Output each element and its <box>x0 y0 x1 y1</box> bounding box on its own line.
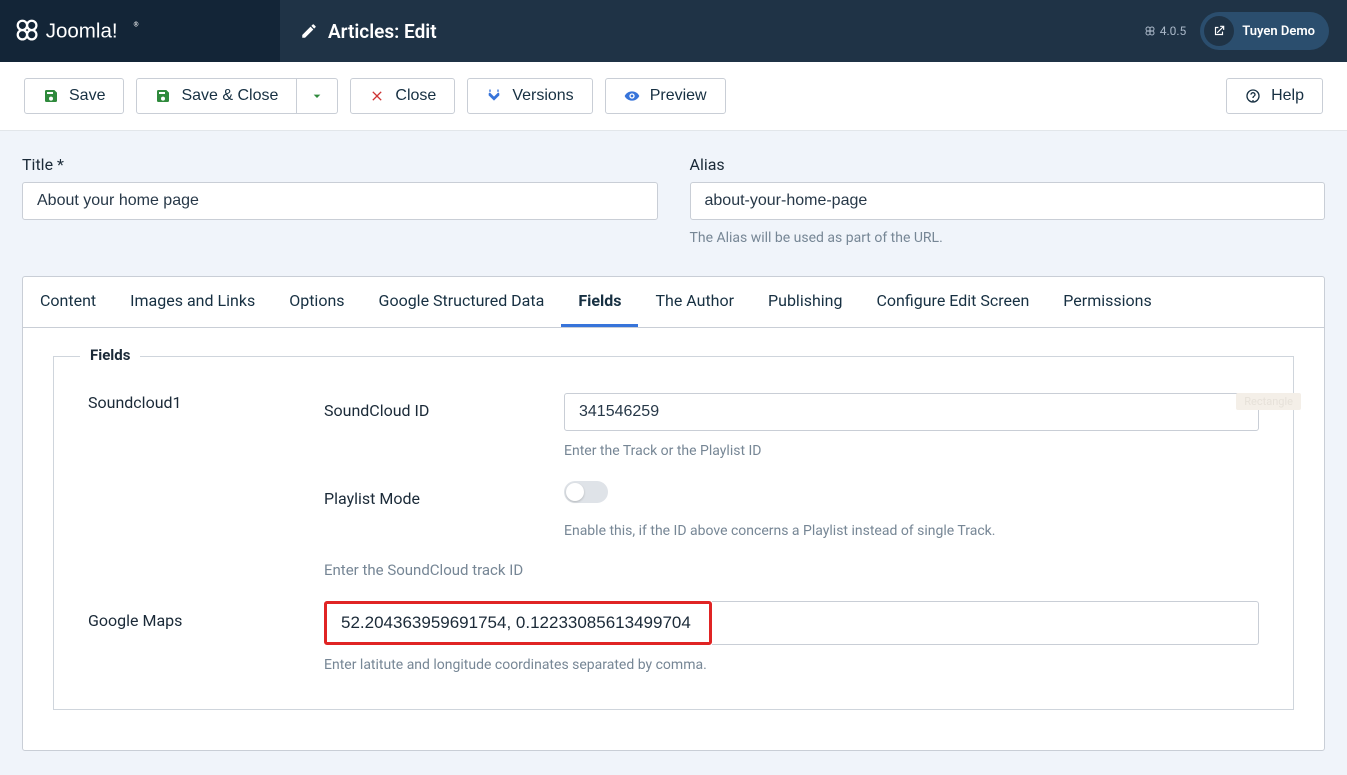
versions-label: Versions <box>512 87 573 105</box>
tab-panel: Content Images and Links Options Google … <box>22 276 1325 751</box>
title-alias-row: Title * Alias The Alias will be used as … <box>22 155 1325 246</box>
row-google-maps: Google Maps Enter latitute and longitude… <box>88 601 1259 673</box>
external-link-icon <box>1204 16 1234 46</box>
title-column: Title * <box>22 155 658 246</box>
group-soundcloud: Soundcloud1 <box>88 393 324 459</box>
joomla-mini-icon <box>1144 25 1156 37</box>
input-google-maps[interactable] <box>324 601 712 645</box>
rectangle-badge: Rectangle <box>1236 393 1301 410</box>
fields-fieldset: Fields Rectangle Soundcloud1 SoundCloud … <box>53 356 1294 710</box>
version-text: 4.0.5 <box>1160 24 1187 38</box>
fieldset-legend: Fields <box>80 346 140 364</box>
versions-button[interactable]: Versions <box>467 78 592 114</box>
page-title: Articles: Edit <box>280 20 437 43</box>
title-label: Title * <box>22 155 658 174</box>
version-indicator[interactable]: 4.0.5 <box>1144 24 1187 38</box>
pencil-icon <box>300 22 318 40</box>
svg-text:Joomla!: Joomla! <box>46 20 118 43</box>
input-soundcloud-id[interactable] <box>564 393 1259 431</box>
user-name: Tuyen Demo <box>1242 24 1315 39</box>
top-bar: Joomla! ® Articles: Edit 4.0.5 Tuyen Dem… <box>0 0 1347 62</box>
action-toolbar: Save Save & Close Close Versions Preview… <box>0 62 1347 131</box>
topbar-right: 4.0.5 Tuyen Demo <box>1144 12 1347 50</box>
tab-author[interactable]: The Author <box>638 277 751 327</box>
title-input[interactable] <box>22 182 658 220</box>
row-playlist-mode: Playlist Mode Enable this, if the ID abo… <box>88 481 1259 539</box>
save-icon <box>155 88 171 104</box>
close-icon <box>369 88 385 104</box>
save-label: Save <box>69 87 105 105</box>
subhelp-soundcloud: Enter the SoundCloud track ID <box>324 561 1259 579</box>
input-google-maps-ext[interactable] <box>712 601 1259 645</box>
alias-column: Alias The Alias will be used as part of … <box>690 155 1326 246</box>
chevron-down-icon <box>309 88 325 104</box>
preview-label: Preview <box>650 87 707 105</box>
tab-content[interactable]: Content <box>23 277 113 327</box>
help-soundcloud-id: Enter the Track or the Playlist ID <box>564 443 1259 459</box>
preview-button[interactable]: Preview <box>605 78 726 114</box>
tab-publishing[interactable]: Publishing <box>751 277 859 327</box>
content-area: Title * Alias The Alias will be used as … <box>0 131 1347 775</box>
close-label: Close <box>395 87 436 105</box>
close-button[interactable]: Close <box>350 78 455 114</box>
brand-logo[interactable]: Joomla! ® <box>0 0 280 62</box>
help-playlist-mode: Enable this, if the ID above concerns a … <box>564 523 1259 539</box>
alias-help: The Alias will be used as part of the UR… <box>690 230 1326 246</box>
user-menu[interactable]: Tuyen Demo <box>1200 12 1329 50</box>
label-playlist-mode: Playlist Mode <box>324 481 564 539</box>
save-button[interactable]: Save <box>24 78 124 114</box>
tab-gsd[interactable]: Google Structured Data <box>362 277 562 327</box>
tab-permissions[interactable]: Permissions <box>1046 277 1168 327</box>
tabs: Content Images and Links Options Google … <box>23 277 1324 328</box>
group-google-maps: Google Maps <box>88 601 324 673</box>
save-options-dropdown[interactable] <box>297 78 338 114</box>
help-icon <box>1245 88 1261 104</box>
save-close-button[interactable]: Save & Close <box>136 78 297 114</box>
joomla-logo-icon: Joomla! ® <box>14 17 154 45</box>
svg-text:®: ® <box>133 20 138 28</box>
row-soundcloud-id: Soundcloud1 SoundCloud ID Enter the Trac… <box>88 393 1259 459</box>
save-close-group: Save & Close <box>136 78 338 114</box>
label-soundcloud-id: SoundCloud ID <box>324 393 564 459</box>
tab-configure[interactable]: Configure Edit Screen <box>860 277 1047 327</box>
fields-body: Fields Rectangle Soundcloud1 SoundCloud … <box>23 328 1324 750</box>
help-button[interactable]: Help <box>1226 78 1323 114</box>
eye-icon <box>624 88 640 104</box>
versions-icon <box>486 88 502 104</box>
page-title-text: Articles: Edit <box>328 20 437 43</box>
help-google-maps: Enter latitute and longitude coordinates… <box>324 657 1259 673</box>
row-sc-subhelp: Enter the SoundCloud track ID <box>88 561 1259 579</box>
alias-label: Alias <box>690 155 1326 174</box>
help-label: Help <box>1271 87 1304 105</box>
tab-options[interactable]: Options <box>272 277 361 327</box>
toggle-playlist-mode[interactable] <box>564 481 608 503</box>
tab-fields[interactable]: Fields <box>561 277 638 327</box>
alias-input[interactable] <box>690 182 1326 220</box>
save-icon <box>43 88 59 104</box>
save-close-label: Save & Close <box>181 87 278 105</box>
tab-images-links[interactable]: Images and Links <box>113 277 272 327</box>
